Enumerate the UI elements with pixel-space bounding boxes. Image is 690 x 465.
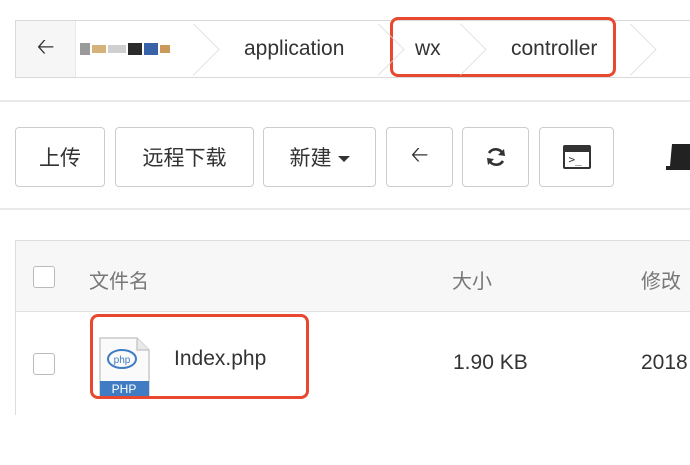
arrow-left-icon: 🡠 bbox=[36, 34, 55, 59]
upload-label: 上传 bbox=[39, 147, 81, 170]
breadcrumb-label: application bbox=[244, 37, 345, 60]
breadcrumb-item-application[interactable]: application bbox=[206, 21, 391, 77]
redacted-block bbox=[108, 45, 126, 53]
refresh-button[interactable] bbox=[462, 127, 529, 187]
remote-download-button[interactable]: 远程下载 bbox=[115, 127, 254, 187]
redacted-block bbox=[80, 43, 90, 55]
table-header: 文件名 大小 修改 bbox=[16, 241, 690, 312]
terminal-button[interactable]: >_ bbox=[539, 127, 614, 187]
breadcrumb-label: wx bbox=[415, 37, 441, 60]
go-back-button[interactable]: 🡠 bbox=[386, 127, 453, 187]
table-row[interactable]: php PHP Index.php 1.90 KB 2018 bbox=[16, 313, 690, 416]
remote-download-label: 远程下载 bbox=[142, 147, 227, 170]
svg-text:PHP: PHP bbox=[112, 382, 137, 396]
upload-button[interactable]: 上传 bbox=[15, 127, 105, 187]
breadcrumb-item-controller[interactable]: controller bbox=[473, 21, 643, 77]
column-header-modified[interactable]: 修改 bbox=[641, 265, 681, 294]
select-all-checkbox[interactable] bbox=[33, 266, 55, 288]
new-label: 新建 bbox=[289, 147, 332, 170]
divider bbox=[0, 100, 690, 102]
file-table: 文件名 大小 修改 php PHP Index.php 1.90 KB 2018 bbox=[15, 240, 690, 416]
file-modified: 2018 bbox=[641, 351, 688, 374]
column-header-name[interactable]: 文件名 bbox=[89, 265, 149, 294]
breadcrumb: 🡠 application wx controller bbox=[15, 20, 690, 78]
breadcrumb-item-root[interactable] bbox=[76, 21, 206, 77]
caret-down-icon bbox=[337, 155, 350, 162]
terminal-icon: >_ bbox=[562, 145, 591, 169]
redacted-block bbox=[92, 45, 106, 53]
breadcrumb-label: controller bbox=[511, 37, 598, 60]
file-size: 1.90 KB bbox=[453, 351, 528, 374]
arrow-left-icon: 🡠 bbox=[410, 142, 429, 167]
redacted-block bbox=[144, 43, 158, 55]
folder-icon[interactable] bbox=[666, 142, 690, 172]
new-dropdown-button[interactable]: 新建 bbox=[263, 127, 376, 187]
column-header-size[interactable]: 大小 bbox=[452, 265, 492, 294]
redacted-block bbox=[160, 45, 170, 53]
svg-text:php: php bbox=[114, 355, 131, 366]
divider bbox=[0, 208, 690, 210]
refresh-icon bbox=[486, 148, 505, 166]
redacted-block bbox=[128, 43, 142, 55]
file-name-link[interactable]: Index.php bbox=[174, 347, 266, 371]
php-file-icon: php PHP bbox=[99, 337, 150, 397]
back-button[interactable]: 🡠 bbox=[16, 21, 76, 77]
row-checkbox[interactable] bbox=[33, 353, 55, 375]
